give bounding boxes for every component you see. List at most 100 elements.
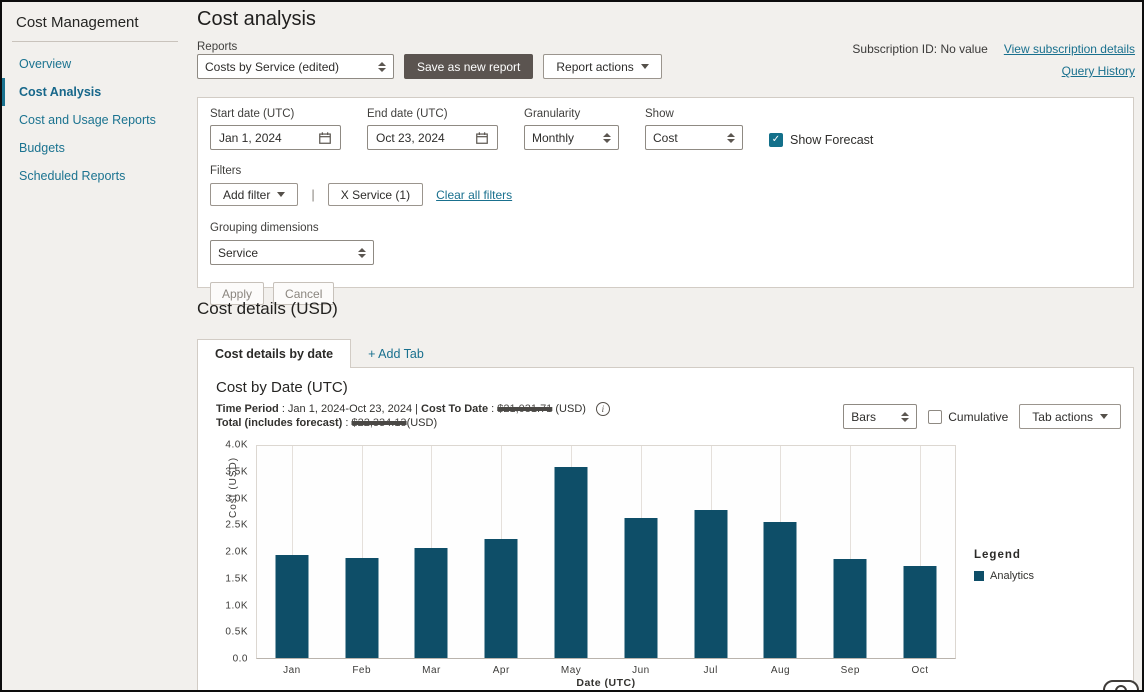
bar-sep[interactable] [833,558,867,658]
x-tick-label: Mar [422,665,441,676]
filters-label: Filters [210,165,242,177]
tab-actions-button[interactable]: Tab actions [1019,404,1121,429]
query-history-row: Query History [1062,64,1135,78]
chart-slot-apr: Apr [466,446,536,676]
bar-may[interactable] [554,466,588,658]
add-filter-button[interactable]: Add filter [210,183,299,206]
legend-entry-analytics: Analytics [974,570,1034,582]
total-forecast-label: Total (includes forecast) [216,417,343,429]
reports-select-value: Costs by Service (edited) [205,59,340,74]
chart-slot-jun: Jun [606,446,676,676]
calendar-icon[interactable] [475,131,489,145]
time-period-label: Time Period [216,403,279,415]
spinner-icon [378,61,386,72]
chart-meta-line1: Time Period : Jan 1, 2024-Oct 23, 2024 |… [216,402,610,416]
y-tick-label: 1.5K [225,573,248,585]
chart-slot-feb: Feb [327,446,397,676]
bar-oct[interactable] [903,565,937,658]
show-forecast-checkbox[interactable]: ✓ [769,133,783,147]
chart-type-select[interactable]: Bars [843,404,918,429]
y-tick-label: 2.0K [225,546,248,558]
cost-to-date-label: Cost To Date [421,403,489,415]
clear-all-filters-link[interactable]: Clear all filters [436,188,512,202]
reports-select[interactable]: Costs by Service (edited) [197,54,394,79]
y-tick-label: 0.0 [232,653,248,665]
show-field: Show Cost [645,108,743,150]
chart-slot-may: May [536,446,606,676]
legend-title: Legend [974,549,1021,561]
filter-panel: Start date (UTC) Jan 1, 2024 End date (U… [197,97,1134,305]
tab-bar: Cost details by date + Add Tab [197,339,1134,368]
cost-details-heading: Cost details (USD) [197,299,338,318]
cumulative-checkbox[interactable] [928,409,943,424]
y-axis-ticks: 0.0 0.5K 1.0K 1.5K 2.0K 2.5K 3.0K 3.5K 4.0K [208,440,248,665]
start-date-field: Start date (UTC) Jan 1, 2024 [210,108,341,150]
end-date-label: End date (UTC) [367,108,448,120]
filter-separator: | [311,187,315,202]
bar-jun[interactable] [624,517,658,658]
page-title: Cost analysis [197,8,316,30]
y-tick-label: 3.5K [225,466,248,478]
chart-meta-line2: Total (includes forecast) : $22,334.13(U… [216,417,438,429]
granularity-select[interactable]: Monthly [524,125,619,150]
show-value: Cost [653,130,678,145]
chevron-down-icon [1100,414,1108,419]
bar-jul[interactable] [694,509,728,658]
legend-swatch-icon [974,571,984,581]
x-tick-label: Jun [632,665,650,676]
filters-row: Add filter | X Service (1) Clear all fil… [210,183,1121,206]
chart-controls: Bars Cumulative Tab actions [843,404,1121,429]
spinner-icon [727,132,735,143]
sidebar-item-cost-analysis[interactable]: Cost Analysis [2,78,190,106]
time-period-value: : Jan 1, 2024-Oct 23, 2024 | [278,403,422,415]
granularity-label: Granularity [524,108,581,120]
granularity-field: Granularity Monthly [524,108,619,150]
add-tab-button[interactable]: + Add Tab [368,347,424,361]
query-history-link[interactable]: Query History [1062,64,1135,78]
bar-feb[interactable] [345,557,379,658]
start-date-input[interactable]: Jan 1, 2024 [210,125,341,150]
grouping-dimensions-select[interactable]: Service [210,240,374,265]
show-label: Show [645,108,674,120]
x-axis-title: Date (UTC) [576,677,636,689]
show-forecast-label: Show Forecast [790,133,874,147]
cumulative-row: Cumulative [928,409,1008,424]
calendar-icon[interactable] [318,131,332,145]
save-as-new-report-button[interactable]: Save as new report [404,54,534,79]
chart-slot-mar: Mar [397,446,467,676]
chart-slot-sep: Sep [815,446,885,676]
plot-area: Jan Feb Mar Apr May Jun Jul Aug Sep Oct [256,445,956,676]
help-widget[interactable] [1103,680,1139,690]
view-subscription-details-link[interactable]: View subscription details [1004,42,1135,56]
service-filter-chip[interactable]: X Service (1) [327,183,424,206]
chevron-down-icon [640,64,649,69]
help-circle-icon [1115,685,1127,690]
x-tick-label: Apr [492,665,510,676]
chart-slot-jan: Jan [257,446,327,676]
bar-mar[interactable] [414,548,448,658]
tab-actions-label: Tab actions [1032,409,1093,424]
apply-row: Apply Cancel [210,282,1121,305]
end-date-input[interactable]: Oct 23, 2024 [367,125,498,150]
bar-aug[interactable] [763,521,797,658]
tab-cost-details-by-date[interactable]: Cost details by date [197,339,352,368]
sidebar-item-cost-usage-reports[interactable]: Cost and Usage Reports [2,106,190,134]
report-actions-button[interactable]: Report actions [543,54,662,79]
report-actions-label: Report actions [556,59,634,74]
reports-row: Costs by Service (edited) Save as new re… [197,54,662,79]
sidebar-item-scheduled-reports[interactable]: Scheduled Reports [2,162,190,190]
x-tick-label: Feb [352,665,372,676]
subscription-id-text: Subscription ID: No value [852,42,988,56]
sidebar: Cost Management Overview Cost Analysis C… [2,2,190,690]
legend-entry-label: Analytics [990,570,1035,582]
chart-slot-oct: Oct [885,446,955,676]
spinner-icon [603,132,611,143]
cost-to-date-value-redacted: $21,031.71 [497,403,553,415]
bar-jan[interactable] [275,554,309,658]
show-select[interactable]: Cost [645,125,743,150]
info-icon[interactable]: i [595,402,610,416]
granularity-value: Monthly [532,130,575,145]
sidebar-item-budgets[interactable]: Budgets [2,134,190,162]
sidebar-item-overview[interactable]: Overview [2,50,190,78]
bar-apr[interactable] [484,538,518,658]
